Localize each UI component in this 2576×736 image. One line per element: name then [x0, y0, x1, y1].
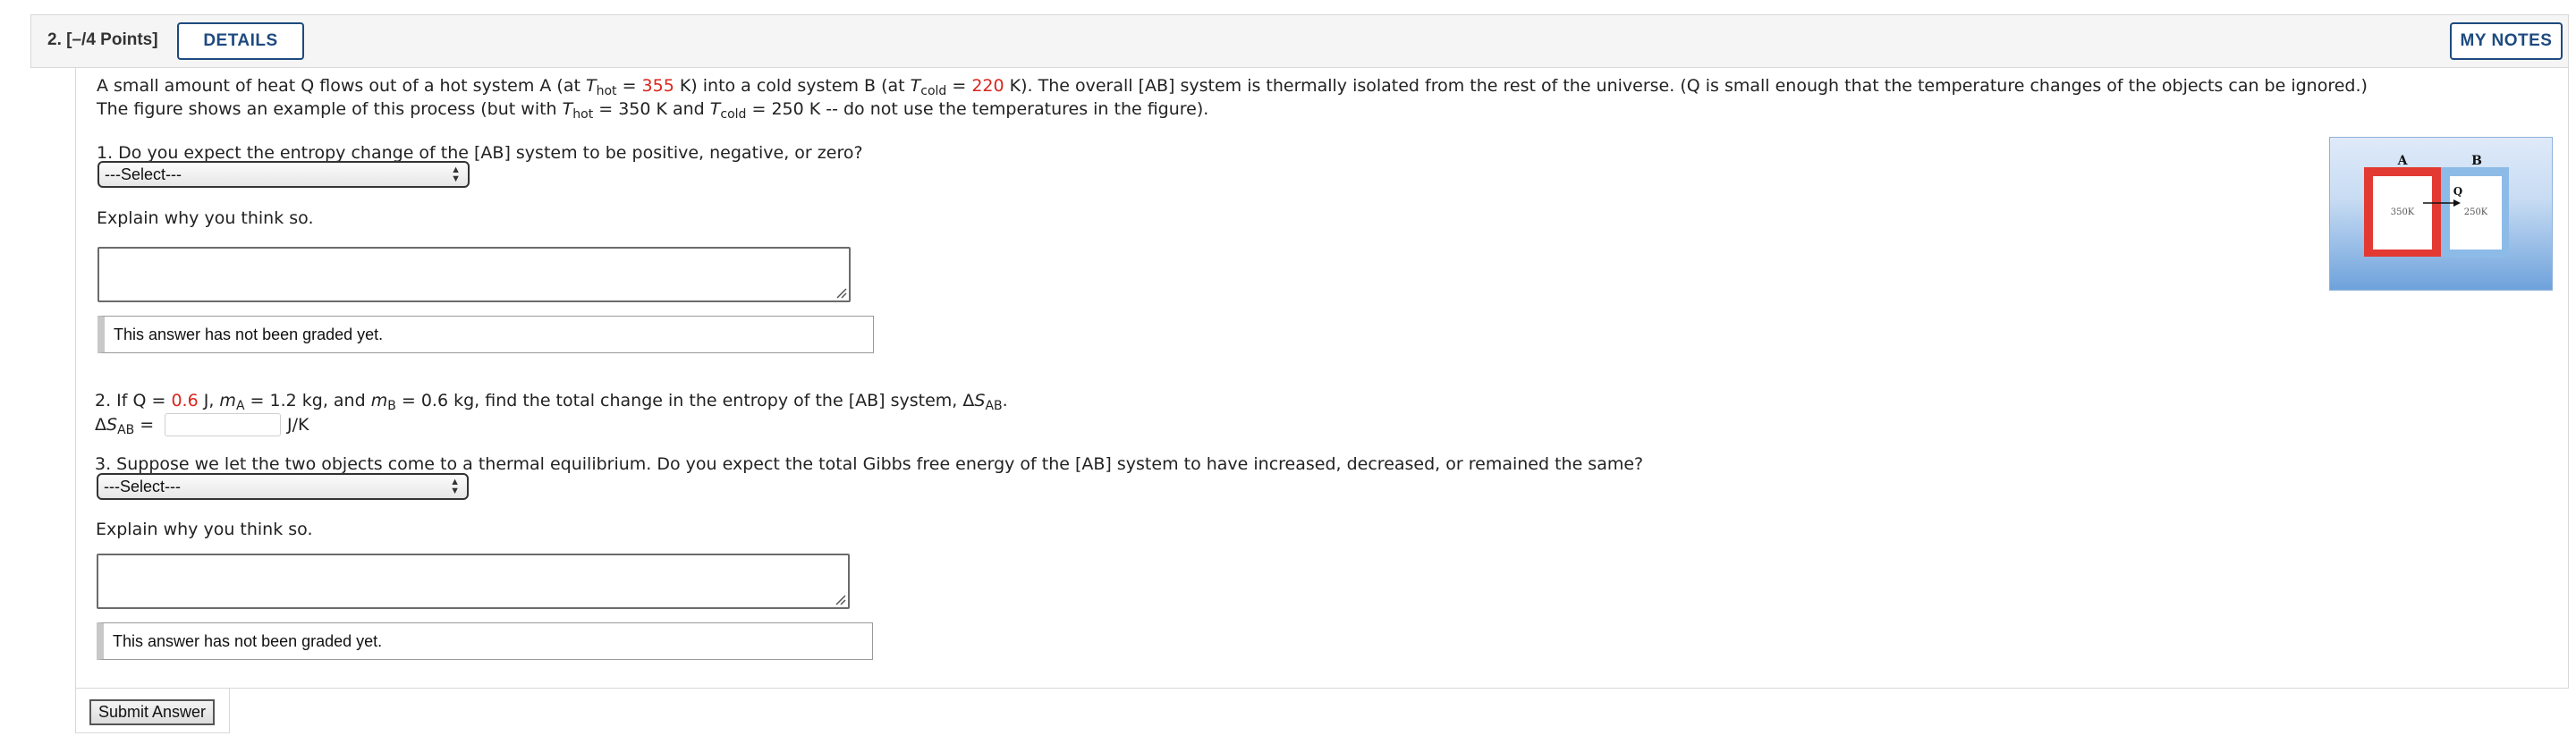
figure-label-a: A — [2397, 154, 2409, 168]
delta-s-answer-input[interactable] — [165, 413, 281, 436]
submit-answer-button[interactable]: Submit Answer — [89, 699, 215, 725]
fig-t-hot-value: 350 — [618, 99, 651, 119]
submit-area: Submit Answer — [75, 689, 230, 733]
figure-temp-a: 350K — [2391, 207, 2415, 217]
figure-label-q: Q — [2453, 185, 2462, 198]
t-cold-value: 220 — [971, 76, 1004, 96]
part3-select-value: ---Select--- — [104, 477, 181, 495]
figure-temp-b: 250K — [2464, 207, 2488, 217]
my-notes-button[interactable]: MY NOTES — [2450, 22, 2563, 60]
mb-value: 0.6 — [420, 391, 449, 410]
part1-explanation-textarea[interactable] — [97, 247, 851, 302]
question-body: A small amount of heat Q flows out of a … — [75, 68, 2569, 689]
intro-line-2: The figure shows an example of this proc… — [97, 99, 1209, 122]
heat-flow-diagram: A B Q 350K 250K — [2364, 154, 2509, 257]
part1-select-value: ---Select--- — [105, 165, 182, 183]
part1-select[interactable]: ---Select--- ▲ ▼ — [97, 161, 470, 188]
points-label: [–/4 Points] — [66, 30, 158, 49]
resize-grip-icon[interactable] — [835, 286, 847, 299]
fig-t-cold-value: 250 — [771, 99, 804, 119]
delta-s-unit: J/K — [287, 415, 309, 435]
part3-explanation-textarea[interactable] — [97, 554, 850, 609]
part3-graded-status: This answer has not been graded yet. — [97, 622, 873, 660]
delta-s-label: ΔSAB = — [95, 415, 155, 437]
part1-graded-status: This answer has not been graded yet. — [97, 316, 874, 353]
part1-explain-label: Explain why you think so. — [97, 208, 314, 228]
t-hot-value: 355 — [641, 76, 674, 96]
part3-select[interactable]: ---Select--- ▲ ▼ — [97, 473, 469, 500]
heat-flow-figure: A B Q 350K 250K — [2329, 137, 2553, 291]
figure-label-b: B — [2471, 154, 2482, 168]
question-header: 2. [–/4 Points] DETAILS MY NOTES — [30, 14, 2569, 68]
details-button[interactable]: DETAILS — [177, 22, 304, 60]
part3-explain-label: Explain why you think so. — [96, 520, 313, 539]
q-value: 0.6 — [171, 391, 199, 410]
resize-grip-icon[interactable] — [834, 593, 846, 605]
select-arrows-icon: ▲ ▼ — [450, 477, 460, 496]
question-number: 2. [–/4 Points] — [47, 30, 158, 49]
select-arrows-icon: ▲ ▼ — [451, 165, 461, 184]
ma-value: 1.2 — [269, 391, 297, 410]
